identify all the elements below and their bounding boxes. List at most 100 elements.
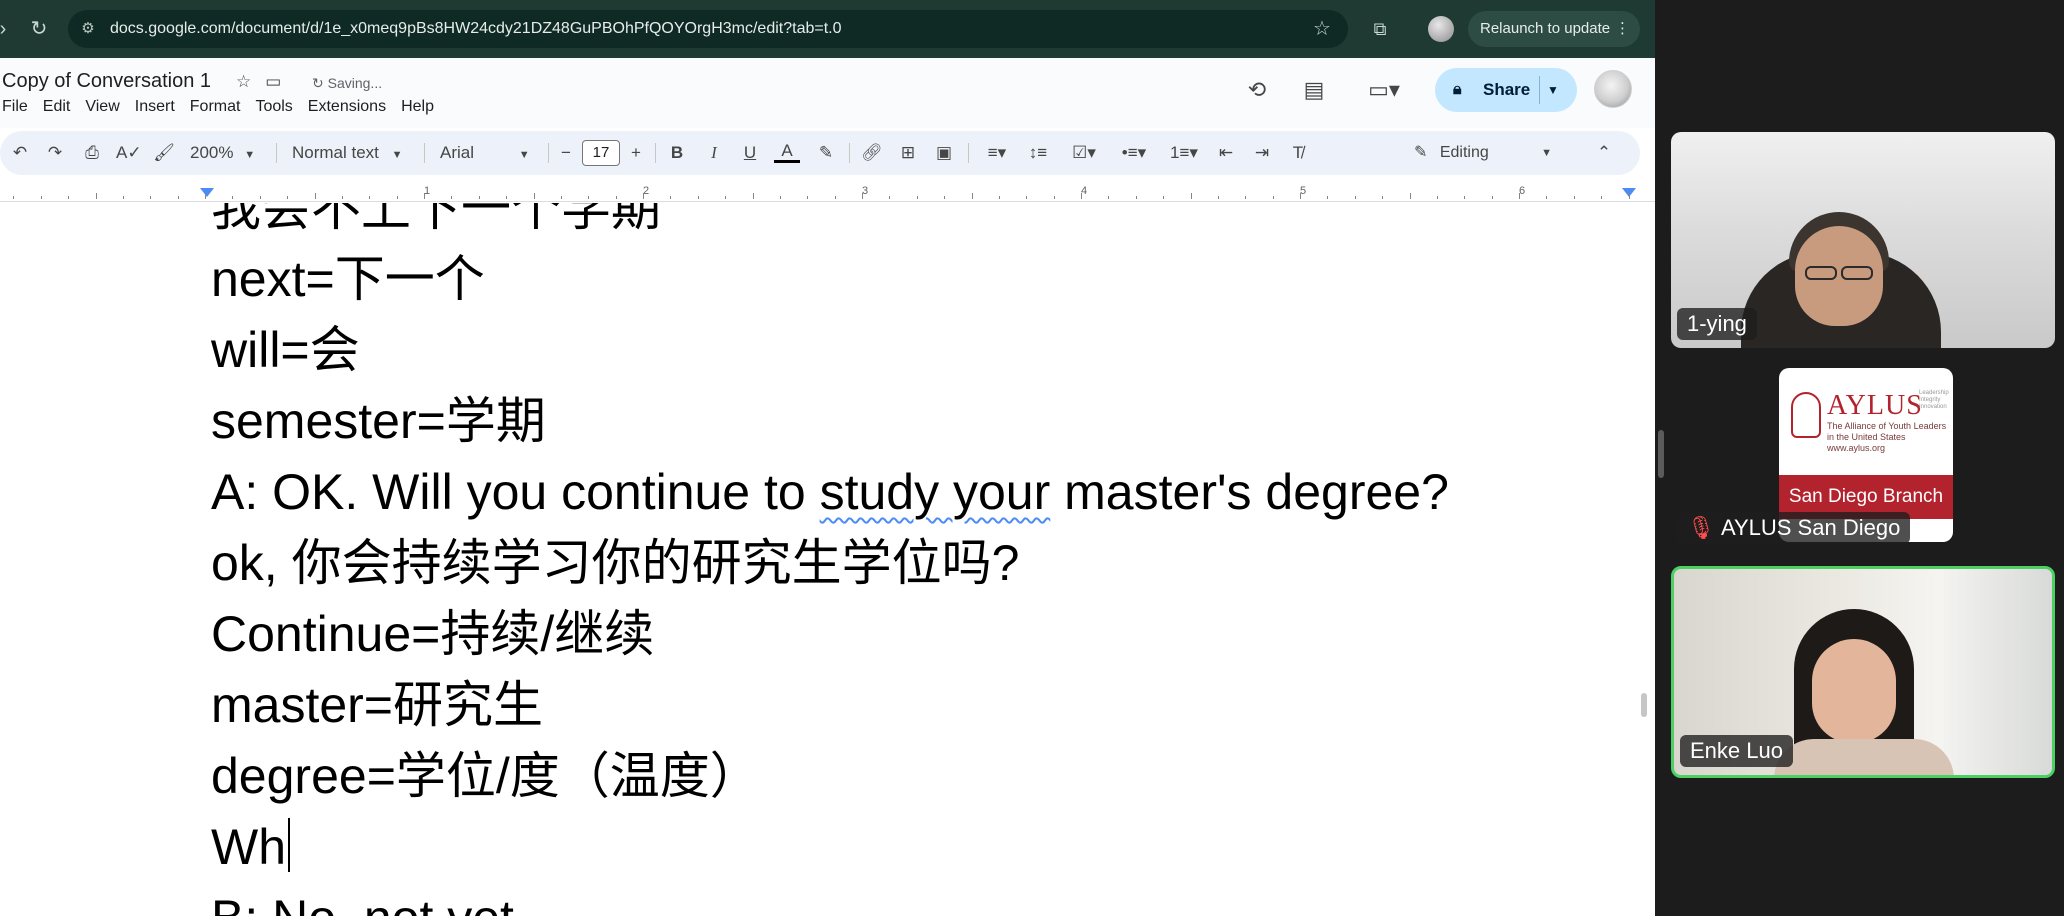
move-folder-icon[interactable]: ▭	[265, 72, 281, 92]
menu-file[interactable]: File	[2, 98, 28, 116]
doc-text-run: master's degree?	[1050, 464, 1449, 520]
ruler-tick	[341, 196, 343, 199]
document-body[interactable]: 我会不上下一个学期 next=下一个 will=会 semester=学期 A:…	[211, 203, 1449, 916]
ruler-tick	[424, 193, 425, 199]
numbered-list-icon[interactable]: 1≡▾	[1164, 141, 1204, 165]
bulleted-list-icon[interactable]: •≡▾	[1114, 141, 1154, 165]
ruler-tick	[752, 193, 754, 199]
share-button[interactable]: 🔒︎ Share ▼	[1435, 68, 1577, 112]
ruler-tick	[232, 196, 234, 199]
lock-icon: 🔒︎	[1453, 81, 1462, 98]
ruler-tick	[1217, 196, 1219, 199]
ruler-tick	[1546, 196, 1548, 199]
toolbar-divider	[655, 143, 656, 163]
ruler-tick	[369, 196, 371, 199]
save-status: ↻ Saving...	[312, 75, 382, 92]
ruler-tick	[478, 196, 480, 199]
paragraph-style-select[interactable]: Normal text ▼	[292, 141, 412, 165]
font-value: Arial	[440, 143, 475, 162]
active-speaker-tile[interactable]: Enke Luo	[1671, 566, 2055, 778]
share-divider	[1539, 76, 1540, 104]
account-avatar[interactable]	[1594, 70, 1632, 108]
menu-insert[interactable]: Insert	[135, 98, 175, 116]
add-comment-icon[interactable]: ⊞	[896, 141, 920, 165]
share-dropdown-icon[interactable]: ▼	[1547, 68, 1559, 112]
reload-icon[interactable]: ↻	[24, 14, 54, 44]
menu-tools[interactable]: Tools	[255, 98, 292, 116]
document-title[interactable]: Copy of Conversation 1	[2, 70, 211, 93]
redo-icon[interactable]: ↷	[43, 141, 67, 165]
ruler-tick	[1628, 193, 1630, 199]
panel-resize-handle[interactable]	[1658, 430, 1664, 478]
paint-format-icon[interactable]: 🖌︎	[152, 141, 176, 165]
menu-format[interactable]: Format	[190, 98, 241, 116]
relaunch-button[interactable]: Relaunch to update ⋮	[1468, 11, 1640, 47]
increase-font-size-icon[interactable]: +	[626, 141, 646, 165]
ruler-tick	[1081, 193, 1082, 199]
menu-view[interactable]: View	[85, 98, 119, 116]
extensions-puzzle-icon[interactable]: ⧉	[1366, 16, 1394, 42]
bold-icon[interactable]: B	[665, 141, 689, 165]
text-color-icon[interactable]: A	[774, 141, 800, 163]
ruler-tick	[1053, 196, 1055, 199]
increase-indent-icon[interactable]: ⇥	[1250, 141, 1274, 165]
ruler-tick	[697, 196, 699, 199]
clear-formatting-icon[interactable]: T̸	[1286, 141, 1310, 165]
horizontal-ruler[interactable]: 1 2 3 4 5 6	[0, 185, 1655, 202]
doc-text-run: Wh	[211, 819, 286, 875]
underline-icon[interactable]: U	[738, 141, 762, 165]
participant-video	[1944, 569, 2052, 775]
checklist-icon[interactable]: ☑▾	[1064, 141, 1104, 165]
chevron-down-icon: ▼	[1541, 147, 1552, 159]
menu-edit[interactable]: Edit	[43, 98, 71, 116]
participant-tile[interactable]: 1-ying	[1671, 132, 2055, 348]
more-vert-icon[interactable]: ⋮	[1615, 11, 1630, 47]
font-size-input[interactable]: 17	[582, 140, 620, 166]
ruler-tick	[1519, 193, 1520, 199]
address-bar[interactable]: ⚙ docs.google.com/document/d/1e_x0meq9pB…	[68, 10, 1348, 48]
doc-line: semester=学期	[211, 393, 546, 449]
italic-icon[interactable]: I	[702, 141, 726, 165]
comments-icon[interactable]: ▤	[1298, 74, 1330, 106]
undo-icon[interactable]: ↶	[8, 141, 32, 165]
menu-help[interactable]: Help	[401, 98, 434, 116]
ruler-tick	[834, 196, 836, 199]
insert-image-icon[interactable]: ▣	[932, 141, 956, 165]
bookmark-star-icon[interactable]: ☆	[1310, 17, 1334, 41]
ruler-tick	[1026, 196, 1028, 199]
participant-tile[interactable]: AYLUS Leadership Integrity Innovation Th…	[1671, 368, 2055, 544]
left-indent-marker[interactable]	[200, 188, 214, 197]
participant-name: 1-ying	[1677, 308, 1757, 340]
ruler-tick	[560, 196, 562, 199]
ruler-tick	[1190, 193, 1192, 199]
editing-mode-select[interactable]: ✎ Editing ▼	[1410, 137, 1562, 169]
line-spacing-icon[interactable]: ↕≡	[1026, 141, 1050, 165]
font-select[interactable]: Arial ▼	[440, 141, 540, 165]
decrease-indent-icon[interactable]: ⇤	[1214, 141, 1238, 165]
spellcheck-icon[interactable]: A✓	[116, 141, 142, 165]
highlight-color-icon[interactable]: ✎	[814, 141, 838, 165]
forward-icon[interactable]: ›	[0, 14, 18, 44]
star-icon[interactable]: ☆	[236, 72, 251, 92]
scrollbar-thumb[interactable]	[1641, 693, 1647, 717]
insert-link-icon[interactable]: 🔗︎	[860, 141, 884, 165]
ruler-tick	[807, 196, 809, 199]
collapse-menus-icon[interactable]: ⌃	[1592, 141, 1616, 165]
meet-video-icon[interactable]: ▭▾	[1360, 74, 1408, 106]
ruler-tick	[1327, 196, 1329, 199]
version-history-icon[interactable]: ⟲	[1241, 74, 1273, 106]
grammar-suggestion[interactable]: study your	[820, 464, 1051, 520]
zoom-select[interactable]: 200% ▼	[190, 141, 266, 165]
mic-muted-icon: 🎙︎	[1687, 515, 1715, 540]
browser-profile-avatar[interactable]	[1428, 16, 1454, 42]
align-icon[interactable]: ≡▾	[978, 141, 1016, 165]
print-icon[interactable]: ⎙	[80, 141, 104, 165]
chevron-down-icon: ▼	[391, 149, 403, 161]
menu-extensions[interactable]: Extensions	[308, 98, 386, 116]
ruler-tick	[725, 196, 727, 199]
save-status-text: Saving...	[327, 75, 383, 91]
decrease-font-size-icon[interactable]: −	[556, 141, 576, 165]
document-canvas[interactable]: 我会不上下一个学期 next=下一个 will=会 semester=学期 A:…	[0, 203, 1655, 916]
site-info-icon[interactable]: ⚙	[78, 19, 98, 39]
ruler-tick	[451, 196, 453, 199]
